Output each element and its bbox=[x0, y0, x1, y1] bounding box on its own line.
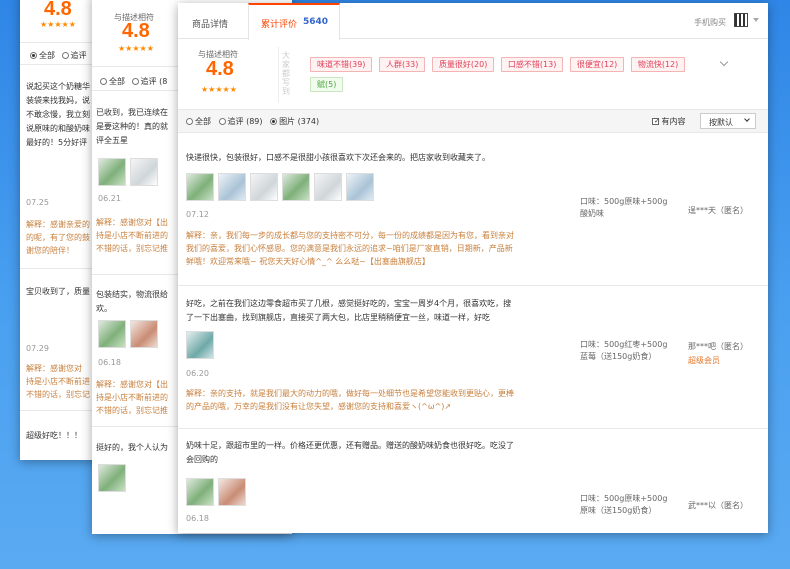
review-photo[interactable] bbox=[282, 173, 310, 201]
rating-score: 4.8 bbox=[206, 58, 234, 80]
filter-follow-radio[interactable]: 追评 (89) bbox=[218, 117, 263, 126]
impression-tag[interactable]: 味道不错(39) bbox=[310, 57, 373, 72]
rating-stars: ★★★★★ bbox=[201, 85, 237, 94]
seller-reply: 解释：感谢您对【出 持是小店不断前进的 不错的话，别忘记推 bbox=[96, 218, 168, 253]
sku-info: 口味：500g原味+500g 原味（送150g奶食） bbox=[580, 494, 668, 515]
review-photos bbox=[98, 158, 162, 186]
review-photo[interactable] bbox=[130, 320, 158, 348]
review-photo[interactable] bbox=[186, 478, 214, 506]
seller-reply: 解释：感谢您对【出 持是小店不断前进的 不错的话，别忘记推 bbox=[96, 380, 168, 415]
seller-reply: 解释：亲，我们每一步的成长都与您的支持密不可分，每一份的成绩都是因为有您，看到亲… bbox=[186, 231, 514, 266]
review-text: 包装结实，物流很给 欢。 bbox=[96, 290, 168, 313]
review-photo[interactable] bbox=[186, 331, 214, 359]
review-date: 06.20 bbox=[186, 369, 209, 378]
tab-reviews[interactable]: 累计评价 5640 bbox=[248, 3, 340, 40]
review-date: 06.18 bbox=[98, 358, 121, 367]
review-text: 超级好吃！！！ bbox=[26, 431, 82, 440]
filter-follow-radio[interactable]: 追评 bbox=[61, 51, 87, 60]
review-text: 好吃，之前在我们这边零食超市买了几根，感觉挺好吃的，宝宝一周岁4个月，很喜欢吃，… bbox=[186, 299, 512, 322]
review-photos bbox=[186, 331, 218, 359]
review-photos bbox=[98, 464, 130, 492]
filter-options: 全部 追评 (89) 图片 (374) bbox=[186, 116, 319, 127]
filter-bar: 全部 追评 bbox=[30, 50, 87, 61]
reviewer-name: 那***吧（匿名） bbox=[688, 342, 748, 351]
review-text: 挺好的，我个人认为 bbox=[96, 443, 168, 452]
filter-follow-radio[interactable]: 追评 (8 bbox=[131, 77, 167, 86]
filter-all-radio[interactable]: 全部 bbox=[30, 51, 55, 60]
review-photo[interactable] bbox=[346, 173, 374, 201]
impression-tag[interactable]: 物流快(12) bbox=[630, 57, 686, 72]
review-photo[interactable] bbox=[250, 173, 278, 201]
member-badge: 超级会员 bbox=[688, 356, 720, 365]
reviewer-name: 逞***天（匿名） bbox=[688, 206, 748, 215]
qr-code-icon[interactable] bbox=[734, 13, 748, 27]
mobile-buy-link[interactable]: 手机购买 bbox=[694, 17, 726, 28]
expand-tags-icon[interactable] bbox=[719, 57, 729, 67]
impression-label: 大家都写到 bbox=[282, 51, 290, 96]
review-date: 07.12 bbox=[186, 210, 209, 219]
review-photo[interactable] bbox=[98, 464, 126, 492]
rating-stars: ★★★★★ bbox=[40, 20, 76, 29]
review-text: 说起买这个奶糖华 装袋来找我妈，说 不敢念慢，我立刻 说原味的和酸奶味 最好的！… bbox=[26, 82, 90, 147]
review-text: 奶味十足，跟超市里的一样。价格还更优惠，还有赠品。赠送的酸奶味奶食也很好吃。吃没… bbox=[186, 441, 514, 464]
impression-tag[interactable]: 赋(5) bbox=[310, 77, 344, 92]
has-content-checkbox[interactable]: ✓ 有内容 bbox=[652, 116, 686, 127]
rating-stars: ★★★★★ bbox=[118, 44, 154, 53]
impression-tag[interactable]: 质量很好(20) bbox=[431, 57, 495, 72]
review-text: 已收到，我已连续在 是要这种的！真的就 评全五星 bbox=[96, 108, 168, 145]
rating-score: 4.8 bbox=[122, 20, 150, 42]
seller-reply: 解释：感谢亲爱的 的呢，有了您的鼓 谢您的陪伴！ bbox=[26, 220, 90, 255]
review-text: 宝贝收到了，质量 bbox=[26, 287, 90, 296]
tab-product-details[interactable]: 商品详情 bbox=[192, 17, 228, 30]
rating-score: 4.8 bbox=[44, 0, 72, 20]
filter-all-radio[interactable]: 全部 bbox=[100, 77, 125, 86]
seller-reply: 解释：亲的支持，就是我们最大的动力的哦，做好每一处细节也是希望您能收到更贴心，更… bbox=[186, 389, 514, 411]
filter-bar: 全部 追评 (8 bbox=[100, 76, 167, 87]
seller-reply: 解释：感谢您对 持是小店不断前进 不错的话，别忘记 bbox=[26, 364, 90, 399]
impression-tag[interactable]: 口感不错(13) bbox=[500, 57, 564, 72]
review-date: 07.25 bbox=[26, 198, 49, 207]
review-photo[interactable] bbox=[98, 320, 126, 348]
review-photo[interactable] bbox=[218, 478, 246, 506]
filter-pictures-radio[interactable]: 图片 (374) bbox=[270, 117, 319, 126]
review-photo[interactable] bbox=[186, 173, 214, 201]
review-photos bbox=[186, 173, 378, 201]
review-photo[interactable] bbox=[314, 173, 342, 201]
chevron-down-icon[interactable] bbox=[753, 18, 759, 22]
review-count: 5640 bbox=[303, 17, 329, 27]
reviewer-name: 武***以（匿名） bbox=[688, 501, 748, 510]
review-date: 07.29 bbox=[26, 344, 49, 353]
review-photo[interactable] bbox=[98, 158, 126, 186]
review-date: 06.18 bbox=[186, 514, 209, 523]
impression-tags: 味道不错(39) 人群(33) 质量很好(20) 口感不错(13) 很便宜(12… bbox=[310, 57, 710, 97]
sort-select[interactable]: 按默认 bbox=[700, 113, 756, 129]
review-photos bbox=[186, 478, 250, 506]
review-photo[interactable] bbox=[218, 173, 246, 201]
review-text: 快递很快，包装很好，口感不是很甜小孩很喜欢下次还会来的。把店家收到收藏夹了。 bbox=[186, 153, 490, 162]
sku-info: 口味：500g原味+500g 酸奶味 bbox=[580, 197, 668, 218]
review-date: 06.21 bbox=[98, 194, 121, 203]
sku-info: 口味：500g红枣+500g 蓝莓（送150g奶食） bbox=[580, 340, 668, 361]
chevron-down-icon bbox=[744, 116, 750, 122]
impression-tag[interactable]: 很便宜(12) bbox=[569, 57, 625, 72]
review-panel: 商品详情 累计评价 5640 手机购买 与描述相符 4.8 ★★★★★ 大家都写… bbox=[178, 3, 768, 533]
impression-tag[interactable]: 人群(33) bbox=[378, 57, 426, 72]
review-photo[interactable] bbox=[130, 158, 158, 186]
filter-all-radio[interactable]: 全部 bbox=[186, 117, 211, 126]
review-photos bbox=[98, 320, 162, 348]
check-icon: ✓ bbox=[654, 117, 660, 125]
